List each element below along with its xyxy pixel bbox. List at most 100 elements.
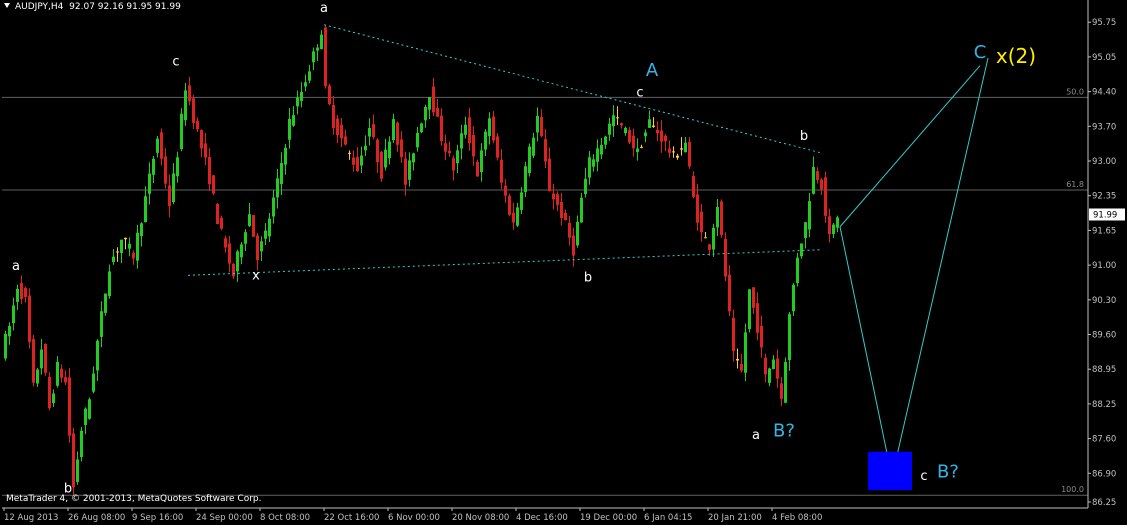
candle-body — [696, 194, 699, 223]
candle-body — [100, 311, 103, 337]
candle-body — [516, 207, 519, 226]
candle-body — [780, 383, 783, 399]
candle-body — [36, 369, 39, 384]
x-tick-label: 20 Nov 08:00 — [452, 513, 509, 523]
axes: 95.75 95.05 94.40 93.70 93.00 92.35 91.65 91.00… — [2, 0, 1125, 523]
candle-body — [284, 147, 287, 165]
candle-body — [508, 196, 511, 215]
candle-body — [812, 166, 815, 194]
candle-body — [624, 127, 627, 134]
price-chart[interactable]: 50.061.8100.0 abcxabcAba B?C x(2)c B? 95.75… — [0, 0, 1127, 525]
candle-body — [784, 362, 787, 403]
candle-body — [796, 257, 799, 283]
x-tick-label: 6 Jan 04:15 — [644, 513, 692, 523]
candle-body — [8, 326, 11, 337]
candle-body — [760, 325, 763, 348]
candle-body — [44, 343, 47, 373]
candle-body — [740, 363, 743, 371]
candle-body — [552, 193, 555, 200]
candle-body — [572, 235, 575, 256]
candle-body — [672, 151, 675, 153]
target-zone-box[interactable] — [868, 451, 912, 491]
candle-body — [616, 117, 619, 119]
candle-body — [464, 124, 467, 135]
candle-body — [324, 27, 327, 87]
candle-body — [700, 211, 703, 233]
candle-body — [728, 274, 731, 312]
candle-body — [580, 197, 583, 223]
candle-body — [232, 263, 235, 277]
candle-body — [264, 230, 267, 239]
candle-body — [592, 159, 595, 167]
candle-body — [292, 115, 295, 126]
candle-body — [528, 146, 531, 174]
candle-body — [108, 271, 111, 297]
wave-label-13: c — [920, 469, 927, 484]
wave-label-2: c — [172, 55, 179, 70]
y-tick-label: 91.00 — [1092, 261, 1116, 271]
candle-body — [224, 238, 227, 248]
candle-body — [484, 131, 487, 150]
candle-body — [384, 149, 387, 168]
candle-body — [328, 85, 331, 105]
candle-body — [192, 98, 195, 123]
candle-body — [568, 222, 571, 238]
candle-body — [440, 115, 443, 142]
projection-line-2[interactable] — [891, 57, 989, 478]
candle-body — [92, 373, 95, 392]
candle-body — [408, 160, 411, 180]
last-price-label: 91.99 — [1093, 210, 1117, 220]
y-tick-label: 95.05 — [1092, 53, 1116, 63]
candle-body — [40, 349, 43, 369]
candle-body — [204, 143, 207, 158]
fib-label-1: 61.8 — [1066, 180, 1084, 189]
candle-body — [372, 124, 375, 138]
candle-body — [632, 135, 635, 149]
candle-body — [456, 150, 459, 164]
candle-body — [824, 177, 827, 216]
candle-body — [128, 243, 131, 249]
candle-body — [340, 124, 343, 139]
projection-line-0[interactable] — [839, 65, 981, 228]
copyright-text: MetaTrader 4, © 2001-2013, MetaQuotes So… — [6, 494, 262, 504]
candle-body — [604, 136, 607, 145]
candle-body — [16, 288, 19, 302]
candle-body — [704, 237, 707, 239]
y-tick-label: 88.25 — [1092, 400, 1116, 410]
candle-body — [308, 71, 311, 81]
candle-body — [472, 134, 475, 157]
candle-body — [280, 163, 283, 185]
candle-body — [460, 133, 463, 149]
candle-body — [4, 333, 7, 359]
candle-body — [104, 293, 107, 313]
candle-body — [524, 166, 527, 192]
candle-body — [348, 152, 351, 154]
y-tick-label: 86.25 — [1092, 498, 1116, 508]
wave-labels: abcxabcAba B?C x(2)c B? — [12, 1, 1036, 497]
x-tick-label: 26 Aug 08:00 — [68, 513, 125, 523]
candle-body — [72, 433, 75, 488]
candle-body — [724, 238, 727, 277]
candle-body — [536, 115, 539, 133]
candle-body — [96, 340, 99, 371]
candle-body — [628, 130, 631, 143]
candle-body — [684, 142, 687, 153]
candle-body — [576, 221, 579, 246]
candle-body — [756, 303, 759, 333]
x-tick-label: 8 Oct 08:00 — [260, 513, 310, 523]
candle-body — [828, 216, 831, 235]
candle-body — [356, 157, 359, 172]
x-tick-label: 4 Dec 16:00 — [516, 513, 568, 523]
candle-body — [424, 106, 427, 121]
candle-body — [412, 153, 415, 163]
y-tick-label: 93.70 — [1092, 122, 1116, 132]
x-tick-label: 24 Sep 00:00 — [196, 513, 253, 523]
x-tick-label: 20 Jan 21:00 — [708, 513, 762, 523]
candle-body — [28, 295, 31, 342]
candle-body — [832, 224, 835, 234]
wave-label-8: b — [800, 129, 808, 144]
candle-body — [792, 284, 795, 312]
projection-line-1[interactable] — [839, 226, 893, 478]
candle-body — [140, 223, 143, 237]
candle-body — [184, 90, 187, 121]
